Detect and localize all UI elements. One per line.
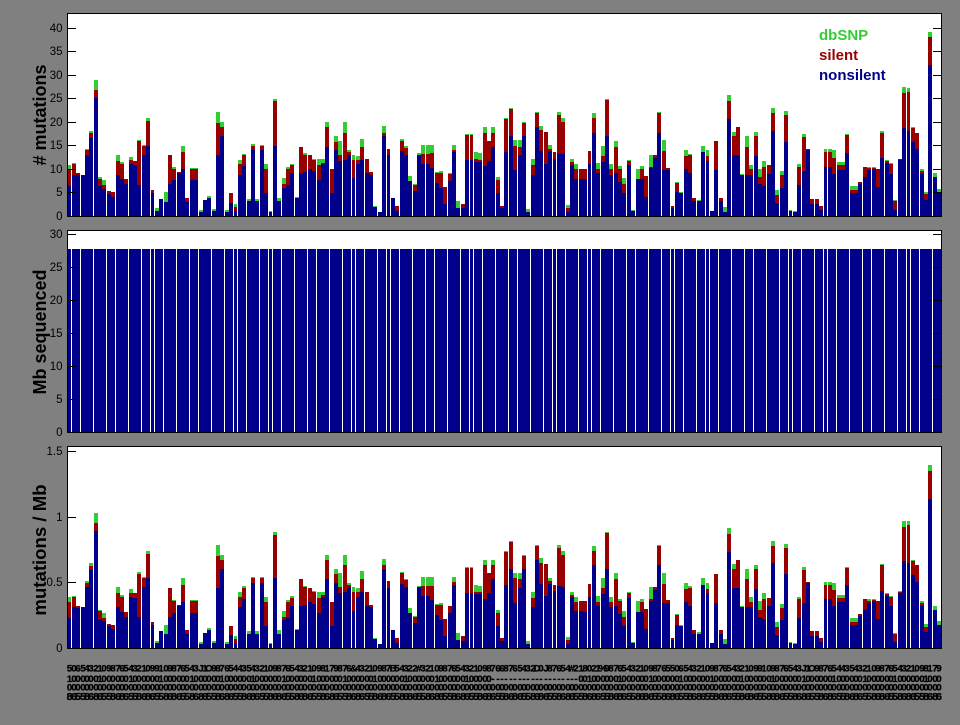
svg-text:6: 6 [936, 691, 942, 703]
svg-text:0: 0 [56, 427, 62, 439]
svg-text:1.5: 1.5 [47, 446, 63, 458]
svg-text:Mb sequenced: Mb sequenced [30, 269, 50, 394]
svg-text:0: 0 [56, 643, 62, 655]
svg-text:0: 0 [56, 211, 62, 223]
svg-text:15: 15 [50, 140, 63, 152]
svg-text:15: 15 [50, 328, 63, 340]
svg-text:20: 20 [50, 295, 63, 307]
svg-text:20: 20 [50, 117, 63, 129]
svg-text:9: 9 [936, 664, 941, 675]
svg-text:25: 25 [50, 93, 63, 105]
svg-text:25: 25 [50, 262, 63, 274]
svg-text:30: 30 [50, 70, 63, 82]
svg-text:10: 10 [50, 164, 63, 176]
svg-text:dbSNP: dbSNP [819, 27, 868, 44]
svg-text:40: 40 [50, 23, 63, 35]
svg-text:silent: silent [819, 47, 858, 64]
svg-text:nonsilent: nonsilent [819, 67, 886, 84]
svg-text:5: 5 [56, 394, 62, 406]
svg-text:10: 10 [50, 361, 63, 373]
svg-text:35: 35 [50, 46, 63, 58]
svg-text:mutations / Mb: mutations / Mb [29, 484, 50, 615]
svg-text:# mutations: # mutations [30, 64, 50, 165]
svg-text:1: 1 [56, 512, 62, 524]
svg-text:5: 5 [56, 187, 62, 199]
svg-text:30: 30 [50, 229, 63, 241]
